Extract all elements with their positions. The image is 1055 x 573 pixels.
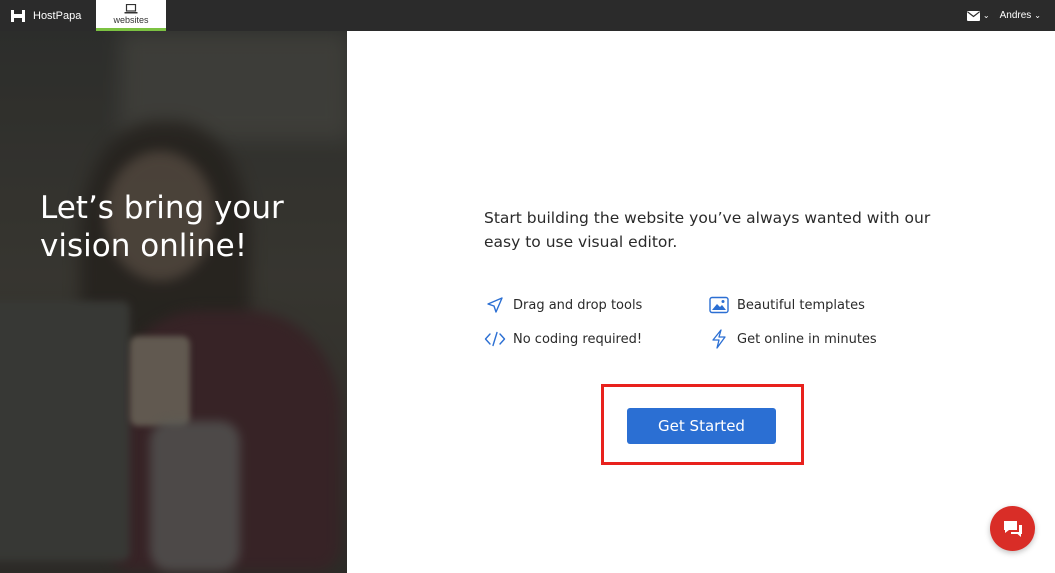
user-name: Andres — [999, 10, 1032, 21]
intro-text: Start building the website you’ve always… — [484, 209, 931, 251]
image-icon — [708, 294, 730, 316]
user-menu[interactable]: Andres ⌄ — [1000, 10, 1041, 21]
hero-image: Let’s bring your vision online! — [0, 31, 347, 573]
feature-label: Drag and drop tools — [513, 297, 643, 313]
feature-list: Drag and drop tools Beautiful templates … — [484, 294, 904, 350]
top-bar: HostPapa websites ⌄ Andres ⌄ — [0, 0, 1055, 31]
feature-no-coding: No coding required! — [484, 328, 708, 350]
hostpapa-logo-icon — [11, 9, 25, 22]
paper-plane-icon — [484, 294, 506, 316]
lightning-icon — [708, 328, 730, 350]
mail-menu[interactable]: ⌄ — [966, 10, 990, 21]
laptop-icon — [124, 3, 138, 13]
chevron-down-icon: ⌄ — [982, 11, 990, 20]
tab-websites[interactable]: websites — [96, 0, 166, 31]
code-icon — [484, 328, 506, 350]
feature-drag-drop: Drag and drop tools — [484, 294, 708, 316]
chat-button[interactable] — [990, 506, 1035, 551]
brand[interactable]: HostPapa — [10, 0, 81, 31]
brand-name: HostPapa — [33, 9, 82, 22]
chat-icon — [1003, 520, 1022, 537]
tab-label: websites — [113, 14, 149, 25]
feature-label: No coding required! — [513, 331, 643, 347]
feature-label: Get online in minutes — [737, 331, 877, 347]
mail-icon — [966, 10, 980, 21]
hero-headline: Let’s bring your vision online! — [40, 190, 284, 264]
feature-templates: Beautiful templates — [708, 294, 904, 316]
feature-label: Beautiful templates — [737, 297, 865, 313]
get-started-button[interactable]: Get Started — [627, 408, 776, 444]
chevron-down-icon: ⌄ — [1034, 11, 1041, 20]
top-right-controls: ⌄ Andres ⌄ — [966, 0, 1041, 31]
feature-online-minutes: Get online in minutes — [708, 328, 904, 350]
